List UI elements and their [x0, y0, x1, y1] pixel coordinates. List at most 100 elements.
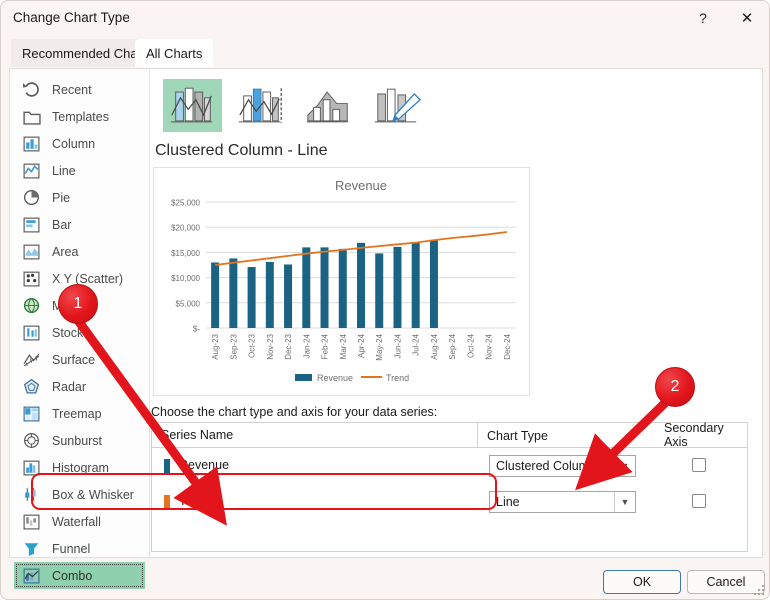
category-item-waterfall[interactable]: Waterfall — [10, 508, 149, 535]
series-color-swatch — [164, 459, 170, 473]
thumbnail-clustered-column-line[interactable] — [163, 79, 222, 132]
svg-text:Nov-23: Nov-23 — [266, 333, 275, 359]
category-item-bar[interactable]: Bar — [10, 211, 149, 238]
scatter-icon — [23, 271, 40, 287]
change-chart-type-dialog: Change Chart Type ? ✕ Recommended Charts… — [0, 0, 770, 600]
category-item-recent[interactable]: Recent — [10, 76, 149, 103]
combo-icon — [23, 568, 40, 584]
series-chooser-label: Choose the chart type and axis for your … — [151, 405, 438, 419]
category-item-funnel[interactable]: Funnel — [10, 535, 149, 562]
clustered-column-line-secondary-icon — [238, 88, 282, 123]
thumbnail-clustered-column-line-secondary[interactable] — [231, 79, 290, 132]
series-name-label: Trend — [179, 494, 212, 508]
category-item-area[interactable]: Area — [10, 238, 149, 265]
thumbnail-stacked-area-clustered-column[interactable] — [299, 79, 358, 132]
chart-type-dropdown-value: Line — [496, 495, 520, 509]
column-icon — [23, 136, 40, 152]
category-item-label: Combo — [52, 568, 93, 583]
chart-preview: Revenue $- $5,000 $10,000 $15,000 $20,000 $25,… — [153, 167, 530, 396]
boxwhisker-icon — [25, 488, 36, 501]
svg-text:$20,000: $20,000 — [171, 224, 200, 233]
svg-text:Nov-24: Nov-24 — [485, 333, 494, 359]
category-item-treemap[interactable]: Treemap — [10, 400, 149, 427]
secondary-axis-checkbox-trend[interactable] — [692, 494, 706, 508]
category-item-label: Waterfall — [52, 514, 101, 529]
category-item-label: X Y (Scatter) — [52, 271, 124, 286]
column-header-chart-type: Chart Type — [477, 423, 548, 448]
category-item-sunburst[interactable]: Sunburst — [10, 427, 149, 454]
svg-text:$15,000: $15,000 — [171, 249, 200, 258]
category-item-label: Sunburst — [52, 433, 103, 448]
funnel-icon — [24, 543, 39, 556]
svg-text:Aug-23: Aug-23 — [211, 333, 220, 359]
category-item-line[interactable]: Line — [10, 157, 149, 184]
category-item-label: Area — [52, 244, 79, 259]
map-icon — [23, 297, 40, 314]
resize-grip[interactable] — [754, 585, 765, 596]
ok-button[interactable]: OK — [603, 570, 681, 594]
svg-text:$10,000: $10,000 — [171, 274, 200, 283]
series-color-swatch — [164, 495, 170, 509]
category-item-surface[interactable]: Surface — [10, 346, 149, 373]
histogram-icon — [23, 460, 40, 476]
svg-text:Sep-23: Sep-23 — [229, 333, 238, 359]
clustered-column-line-icon — [170, 87, 212, 123]
chevron-down-icon[interactable]: ▼ — [614, 456, 635, 476]
category-item-column[interactable]: Column — [10, 130, 149, 157]
category-item-label: Recent — [52, 82, 92, 97]
category-item-combo[interactable]: Combo — [14, 562, 145, 589]
annotation-badge-1: 1 — [58, 284, 98, 324]
series-table-header: Series Name Chart Type Secondary Axis — [152, 421, 747, 449]
help-icon[interactable]: ? — [681, 1, 725, 35]
tab-all-charts[interactable]: All Charts — [135, 39, 214, 67]
svg-text:May-24: May-24 — [375, 333, 384, 360]
series-row-revenue[interactable]: Revenue Clustered Column ▼ — [152, 448, 747, 484]
svg-text:Feb-24: Feb-24 — [321, 333, 330, 359]
svg-text:Jun-24: Jun-24 — [393, 333, 402, 358]
chart-type-dropdown-trend[interactable]: Line ▼ — [489, 491, 636, 513]
area-icon — [23, 244, 40, 260]
pie-icon — [23, 189, 40, 206]
bar-icon — [23, 217, 40, 233]
waterfall-icon — [23, 514, 40, 530]
svg-text:Dec-23: Dec-23 — [284, 333, 293, 359]
content-panel: Recent Templates Column Line Pie Bar Area X Y (… — [9, 68, 763, 589]
series-row-trend[interactable]: Trend Line ▼ — [152, 484, 747, 520]
svg-text:Revenue: Revenue — [335, 178, 387, 193]
category-item-pie[interactable]: Pie — [10, 184, 149, 211]
secondary-axis-checkbox-revenue[interactable] — [692, 458, 706, 472]
series-table: Series Name Chart Type Secondary Axis Re… — [151, 421, 748, 552]
recent-icon — [23, 82, 39, 97]
series-rows: Revenue Clustered Column ▼ Trend Line ▼ — [152, 448, 747, 520]
surface-icon — [23, 353, 40, 367]
thumbnail-custom-combination[interactable] — [367, 79, 426, 132]
column-header-secondary-axis: Secondary Axis — [664, 421, 724, 449]
category-item-label: Stock — [52, 325, 84, 340]
chart-type-dropdown-revenue[interactable]: Clustered Column ▼ — [489, 455, 636, 477]
chevron-down-icon[interactable]: ▼ — [614, 492, 635, 512]
category-item-radar[interactable]: Radar — [10, 373, 149, 400]
svg-text:Sep-24: Sep-24 — [448, 333, 457, 359]
svg-text:$-: $- — [193, 325, 200, 334]
category-item-label: Surface — [52, 352, 96, 367]
chart-preview-svg: Revenue $- $5,000 $10,000 $15,000 $20,000 $25,… — [171, 178, 516, 383]
category-item-box-whisker[interactable]: Box & Whisker — [10, 481, 149, 508]
svg-text:$25,000: $25,000 — [171, 199, 200, 208]
radar-icon — [23, 378, 40, 394]
chart-variant-thumbnails[interactable] — [163, 79, 426, 132]
stacked-area-clustered-column-icon — [306, 91, 348, 123]
svg-text:Mar-24: Mar-24 — [339, 333, 348, 359]
svg-text:Oct-24: Oct-24 — [466, 333, 475, 358]
category-item-templates[interactable]: Templates — [10, 103, 149, 130]
category-item-label: Radar — [52, 379, 87, 394]
category-item-label: Funnel — [52, 541, 91, 556]
stock-icon — [23, 325, 40, 341]
chart-type-dropdown-value: Clustered Column — [496, 459, 597, 473]
svg-text:Dec-24: Dec-24 — [503, 333, 512, 359]
dialog-title: Change Chart Type — [13, 10, 130, 25]
category-item-label: Pie — [52, 190, 71, 205]
chart-detail-pane: Clustered Column - Line Revenue $- $5,000 $… — [151, 69, 763, 557]
category-item-histogram[interactable]: Histogram — [10, 454, 149, 481]
close-icon[interactable]: ✕ — [725, 1, 769, 35]
title-bar: Change Chart Type ? ✕ — [1, 1, 769, 37]
